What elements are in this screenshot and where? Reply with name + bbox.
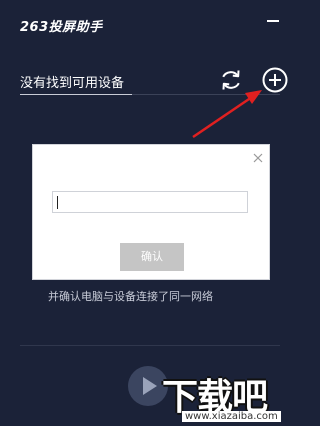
hint-text: 并确认电脑与设备连接了同一网络 (48, 290, 213, 303)
close-icon (253, 153, 263, 163)
refresh-icon (222, 70, 240, 90)
dialog-close-button[interactable] (252, 149, 264, 163)
refresh-button[interactable] (218, 67, 244, 93)
device-bar-divider (132, 94, 280, 95)
watermark-logo: 下载吧 www.xiazaiba.com (160, 368, 300, 426)
app-window: 263投屏助手 没有找到可用设备 并确认电脑与设备连接了同一网络 确认 下载吧 … (0, 0, 300, 426)
app-title: 263投屏助手 (20, 20, 103, 35)
device-code-input[interactable] (53, 192, 247, 212)
watermark-url: www.xiazaiba.com (182, 411, 281, 422)
connect-dialog: 确认 (32, 144, 270, 280)
title-bar: 263投屏助手 (0, 0, 300, 44)
add-device-button[interactable] (261, 66, 289, 94)
minimize-button[interactable] (266, 14, 280, 26)
confirm-button[interactable]: 确认 (120, 243, 184, 271)
device-bar: 没有找到可用设备 (20, 64, 288, 98)
minimize-icon (267, 20, 279, 22)
plus-circle-icon (262, 67, 288, 93)
device-status-text: 没有找到可用设备 (20, 76, 125, 91)
bottom-divider (20, 345, 280, 346)
device-status-underline (20, 94, 132, 95)
device-code-input-box[interactable] (52, 191, 248, 213)
